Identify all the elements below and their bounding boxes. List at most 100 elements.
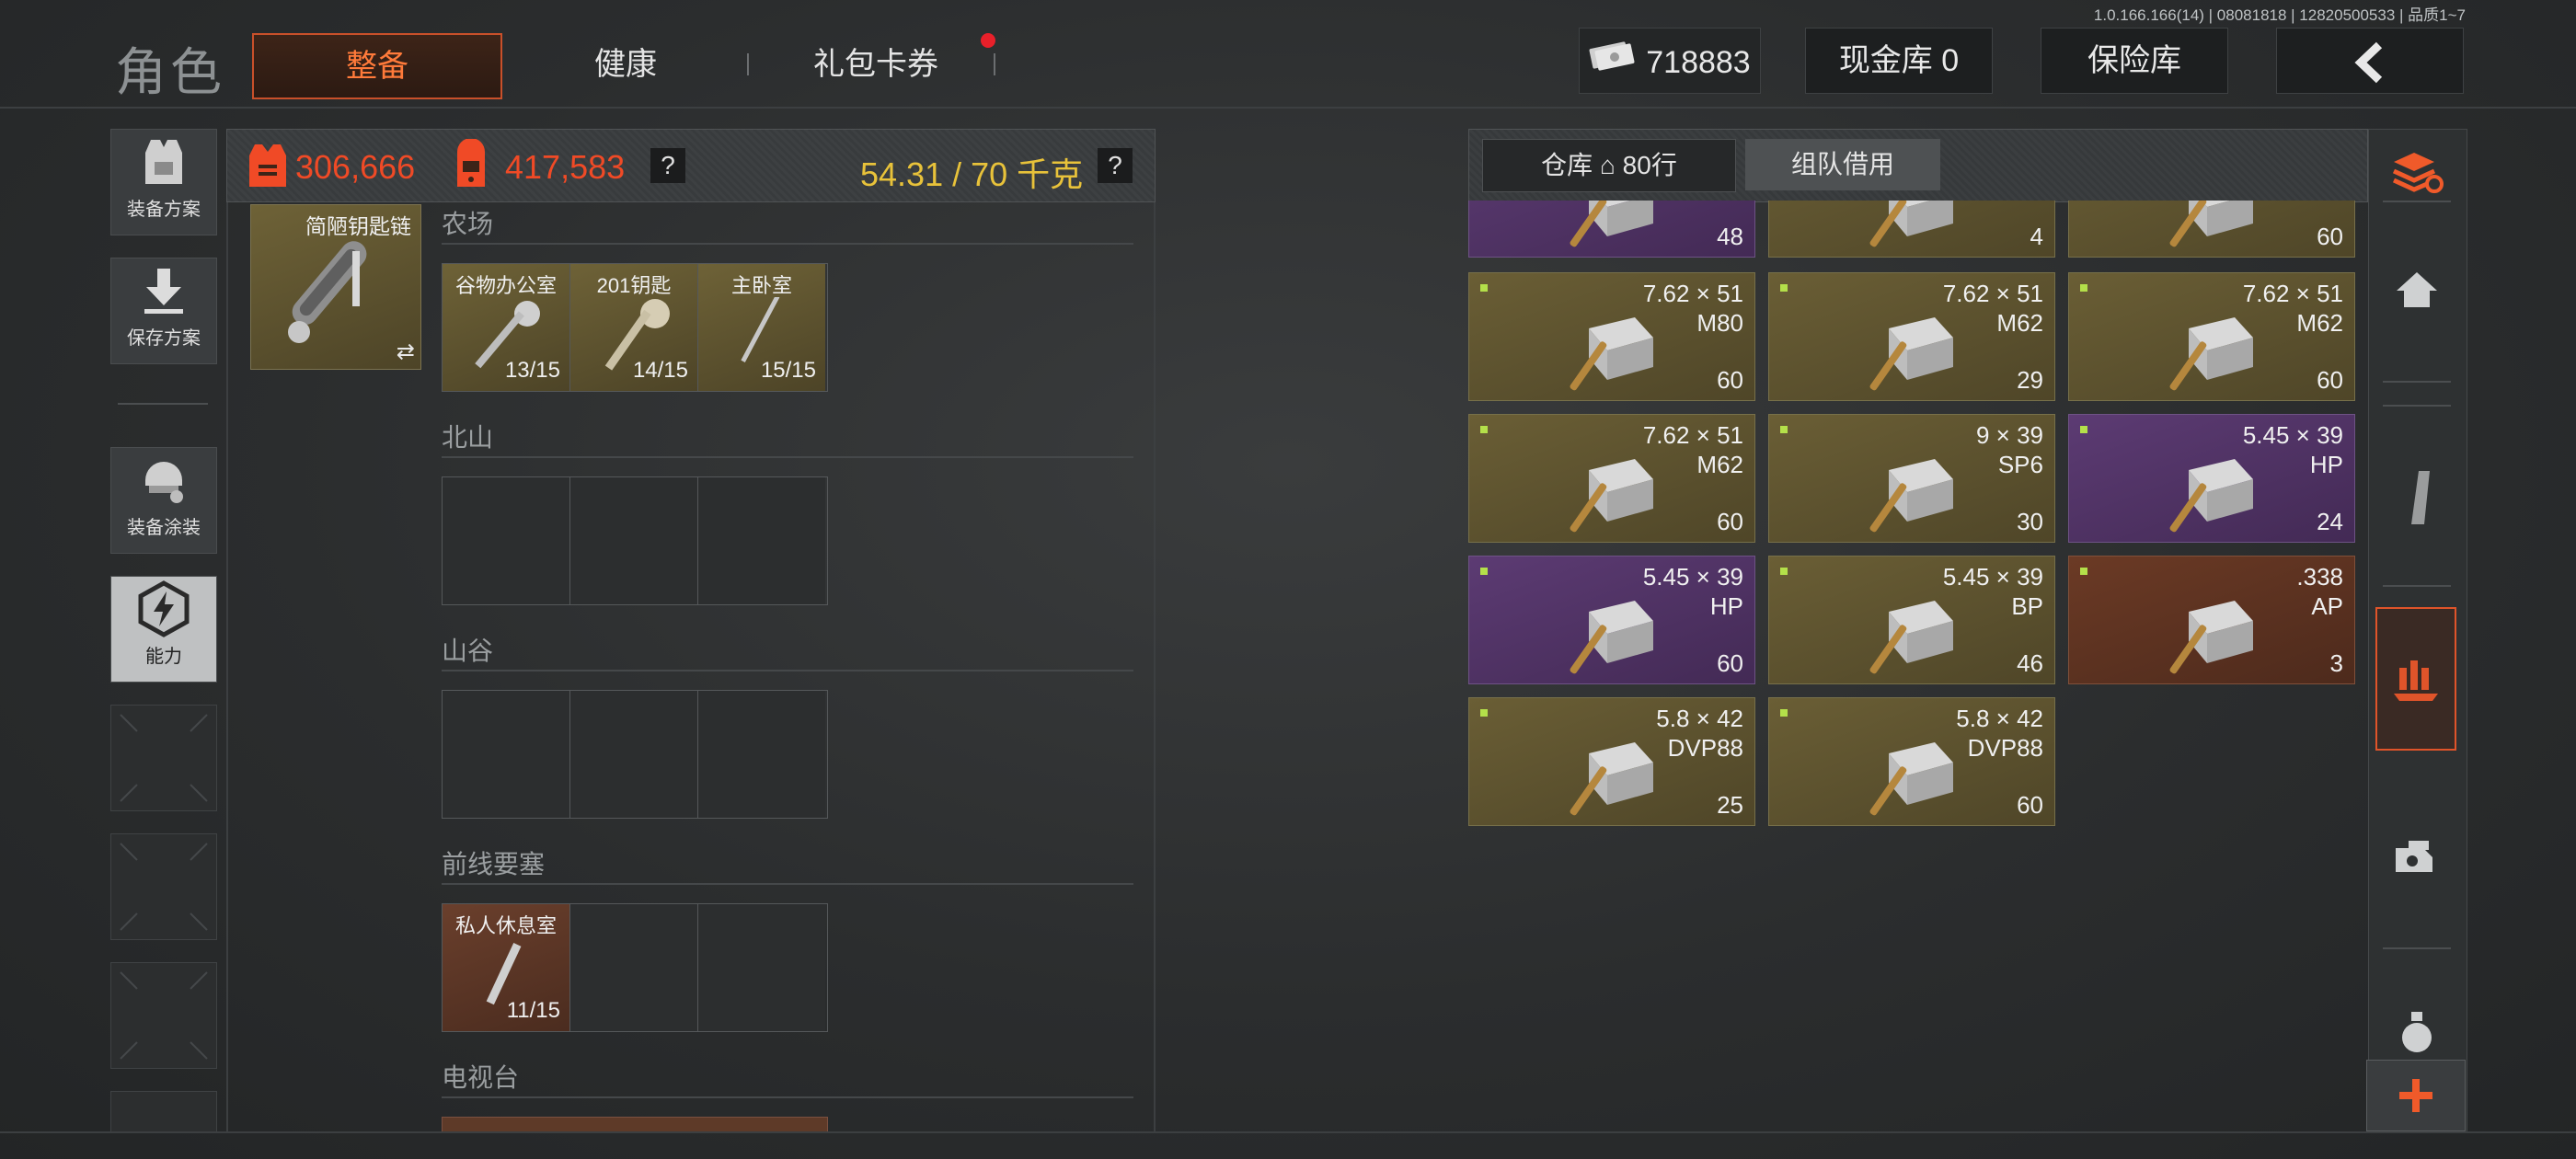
key-slot-row-north-hill bbox=[442, 476, 828, 605]
key-name: 201钥匙 bbox=[596, 274, 672, 297]
plus-icon bbox=[2399, 1079, 2432, 1112]
tab-equip[interactable]: 整备 bbox=[252, 33, 502, 99]
magazine-icon[interactable] bbox=[2383, 464, 2451, 532]
ability-label: 能力 bbox=[145, 647, 182, 667]
ammo-caliber-line: .338 bbox=[2296, 563, 2343, 591]
tab-team-borrow[interactable]: 组队借用 bbox=[1745, 139, 1940, 190]
ammo-filter-tab[interactable] bbox=[2375, 607, 2456, 751]
section-label-valley: 山谷 bbox=[442, 637, 494, 665]
ammo-caliber-line: 7.62 × 51 bbox=[2242, 280, 2343, 307]
category-divider bbox=[2383, 201, 2451, 202]
empty-key-slot[interactable] bbox=[698, 904, 825, 1031]
ammo-box-icon bbox=[2169, 201, 2253, 247]
ammo-box-icon bbox=[1570, 201, 1653, 247]
key-slot[interactable]: 201钥匙 14/15 bbox=[570, 264, 698, 391]
empty-sidebar-slot bbox=[110, 962, 217, 1069]
ammo-count: 60 bbox=[1717, 508, 1743, 535]
ammo-item-card[interactable]: 7.62 × 51M8060 bbox=[2068, 201, 2355, 258]
new-item-marker bbox=[1480, 709, 1488, 717]
empty-key-slot[interactable] bbox=[570, 477, 698, 604]
tab-divider bbox=[747, 53, 749, 75]
empty-key-slot[interactable] bbox=[443, 477, 570, 604]
equipment-plan-label: 装备方案 bbox=[127, 200, 201, 220]
layers-refresh-icon[interactable] bbox=[2383, 138, 2451, 206]
add-button[interactable] bbox=[2366, 1060, 2466, 1131]
version-text: 1.0.166.166(14) | 08081818 | 12820500533… bbox=[2093, 6, 2466, 24]
equipment-plan-button[interactable]: 装备方案 bbox=[110, 129, 217, 235]
ability-button[interactable]: 能力 bbox=[110, 576, 217, 683]
storage-tab-bar: 仓库 ⌂ 80行 组队借用 bbox=[1468, 129, 2368, 202]
ammo-filter-icon bbox=[2390, 649, 2442, 709]
key-slot[interactable]: 谷物办公室 13/15 bbox=[443, 264, 570, 391]
weight-help-button[interactable]: ? bbox=[1098, 148, 1133, 183]
equipment-paint-button[interactable]: 装备涂装 bbox=[110, 447, 217, 554]
ammo-item-card[interactable]: 5.8 × 42 DVP88 25 bbox=[1468, 697, 1755, 826]
ammo-item-card[interactable]: 5.45 × 39 HP 24 bbox=[2068, 414, 2355, 543]
ammo-item-card[interactable]: 7.62 × 51 M62 60 bbox=[1468, 414, 1755, 543]
back-button[interactable] bbox=[2276, 28, 2464, 94]
ammo-caliber: 7.62 × 51 M62 bbox=[1943, 279, 2043, 338]
currency-display: 718883 bbox=[1579, 28, 1761, 94]
sight-icon[interactable] bbox=[2383, 824, 2451, 892]
section-label-tv-station: 电视台 bbox=[442, 1063, 520, 1092]
home-icon[interactable] bbox=[2383, 256, 2451, 324]
keychain-slot[interactable]: 简陋钥匙链 ⇄ bbox=[250, 204, 421, 370]
ammo-item-card[interactable]: 5.8 × 42 DVP88 60 bbox=[1768, 697, 2055, 826]
equipment-paint-label: 装备涂装 bbox=[127, 518, 201, 538]
ammo-type: SP6 bbox=[1997, 451, 2043, 478]
ammo-type: BP bbox=[2011, 592, 2043, 620]
empty-key-slot[interactable] bbox=[698, 477, 825, 604]
insurance-vault-button[interactable]: 保险库 bbox=[2041, 28, 2228, 94]
grenade-icon[interactable] bbox=[2383, 1006, 2451, 1054]
storage-grid: 12 / 70GT独头487.62 × 51M8047.62 × 51M8060… bbox=[1468, 201, 2366, 1131]
ammo-box-icon bbox=[2169, 601, 2253, 674]
tab-gift-coupons[interactable]: 礼包卡券 bbox=[765, 33, 986, 96]
tab-health[interactable]: 健康 bbox=[515, 33, 736, 96]
ammo-count: 25 bbox=[1717, 791, 1743, 819]
tab-divider bbox=[994, 53, 995, 75]
armor-value: 306,666 bbox=[295, 148, 416, 186]
section-label-farm: 农场 bbox=[442, 210, 494, 238]
save-plan-button[interactable]: 保存方案 bbox=[110, 258, 217, 364]
category-divider bbox=[2383, 947, 2451, 949]
stats-bar: 306,666 417,583 ? 54.31 / 70 千克 ? bbox=[226, 129, 1156, 202]
ammo-item-card[interactable]: 5.45 × 39 HP 60 bbox=[1468, 556, 1755, 684]
empty-key-slot[interactable] bbox=[698, 691, 825, 818]
ammo-item-card[interactable]: 12 / 70GT独头48 bbox=[1468, 201, 1755, 258]
empty-key-slot[interactable] bbox=[443, 691, 570, 818]
ammo-type: DVP88 bbox=[1667, 734, 1743, 762]
ammo-caliber: 9 × 39 SP6 bbox=[1976, 420, 2043, 479]
ammo-item-card[interactable]: 7.62 × 51 M62 60 bbox=[2068, 272, 2355, 401]
tab-warehouse[interactable]: 仓库 ⌂ 80行 bbox=[1482, 139, 1736, 192]
ammo-type: HP bbox=[2309, 451, 2343, 478]
new-item-marker bbox=[2080, 568, 2087, 575]
cash-vault-button[interactable]: 现金库 0 bbox=[1805, 28, 1993, 94]
panel-left-edge bbox=[226, 129, 228, 1131]
ammo-caliber-line: 5.45 × 39 bbox=[1642, 563, 1743, 591]
new-item-marker bbox=[1480, 426, 1488, 433]
ammo-type: M62 bbox=[1696, 451, 1743, 478]
category-divider bbox=[2383, 405, 2451, 407]
key-slot[interactable]: 私人休息室 11/15 bbox=[443, 904, 570, 1031]
empty-key-slot[interactable] bbox=[570, 691, 698, 818]
empty-key-slot[interactable] bbox=[570, 904, 698, 1031]
section-label-north-hill: 北山 bbox=[442, 423, 494, 452]
new-item-marker bbox=[1780, 284, 1788, 292]
ammo-item-card[interactable]: 7.62 × 51 M62 29 bbox=[1768, 272, 2055, 401]
ammo-item-card[interactable]: 7.62 × 51M804 bbox=[1768, 201, 2055, 258]
ammo-item-card[interactable]: 5.45 × 39 BP 46 bbox=[1768, 556, 2055, 684]
ammo-caliber-line: 5.8 × 42 bbox=[1656, 705, 1743, 732]
armor-vest-icon bbox=[111, 130, 216, 194]
ammo-item-card[interactable]: .338 AP 3 bbox=[2068, 556, 2355, 684]
new-item-marker bbox=[1780, 709, 1788, 717]
new-item-marker bbox=[1480, 568, 1488, 575]
key-name: 私人休息室 bbox=[454, 914, 557, 937]
ammo-count: 60 bbox=[1717, 649, 1743, 677]
key-slot[interactable]: 主卧室 15/15 bbox=[698, 264, 825, 391]
ammo-item-card[interactable]: 7.62 × 51M8060 bbox=[1468, 272, 1755, 401]
cash-icon bbox=[1589, 30, 1637, 95]
ammo-item-card[interactable]: 9 × 39 SP6 30 bbox=[1768, 414, 2055, 543]
category-divider bbox=[2383, 585, 2451, 587]
swap-icon[interactable]: ⇄ bbox=[397, 339, 415, 365]
stats-help-button[interactable]: ? bbox=[650, 148, 685, 183]
